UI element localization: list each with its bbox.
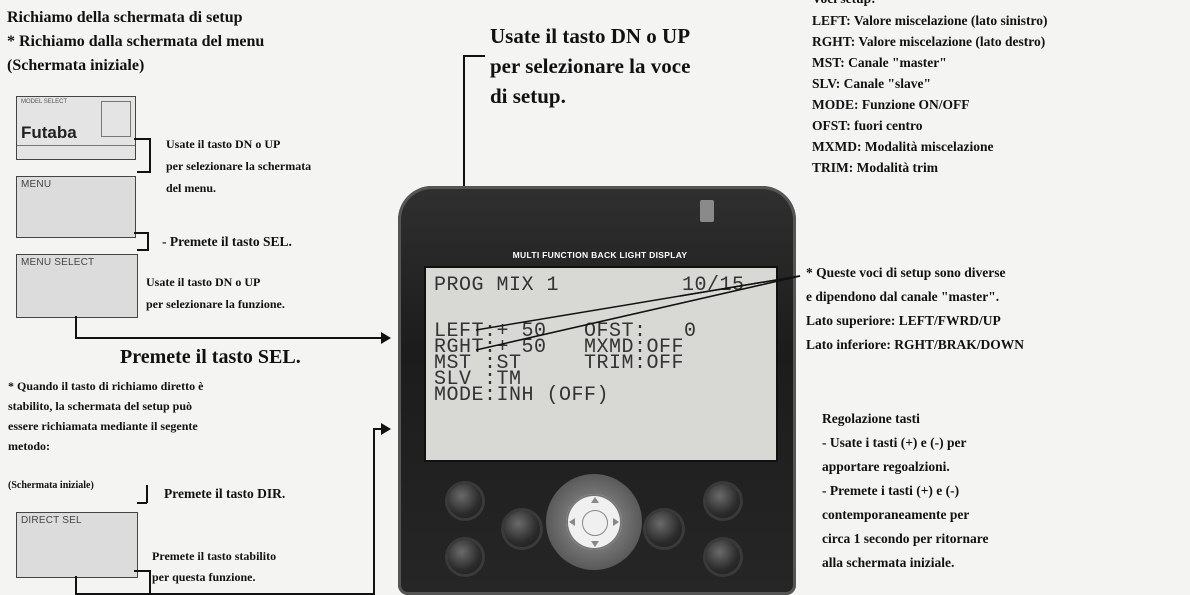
setup-item: OFST: fuori centro [812,118,923,133]
right-note-line4: Lato inferiore: RGHT/BRAK/DOWN [806,337,1024,352]
adjust-title: Regolazione tasti [822,411,920,426]
setup-header: Voci setup: [812,0,876,8]
setup-item: TRIM: Modalità trim [812,160,938,175]
setup-item: MST: Canale "master" [812,55,947,70]
adjust-line1: - Usate i tasti (+) e (-) per [822,435,967,450]
setup-item: MXMD: Modalità miscelazione [812,139,994,154]
setup-item: LEFT: Valore miscelazione (lato sinistro… [812,13,1048,28]
setup-item: SLV: Canale "slave" [812,76,932,91]
adjust-line3: - Premete i tasti (+) e (-) [822,483,960,498]
adjust-line2: apportare regoalzioni. [822,459,950,474]
adjust-line6: alla schermata iniziale. [822,555,955,570]
setup-items-list: LEFT: Valore miscelazione (lato sinistro… [812,12,1048,180]
adjust-line5: circa 1 secondo per ritornare [822,531,989,546]
right-note-line3: Lato superiore: LEFT/FWRD/UP [806,313,1001,328]
right-note-line1: * Queste voci di setup sono diverse [806,265,1006,280]
adjust-line4: contemporaneamente per [822,507,970,522]
right-note-line2: e dipendono dal canale "master". [806,289,1000,304]
pointer-line [475,275,801,351]
setup-item: MODE: Funzione ON/OFF [812,97,970,112]
setup-item: RGHT: Valore miscelazione (lato destro) [812,34,1046,49]
pointer-line [679,275,801,297]
